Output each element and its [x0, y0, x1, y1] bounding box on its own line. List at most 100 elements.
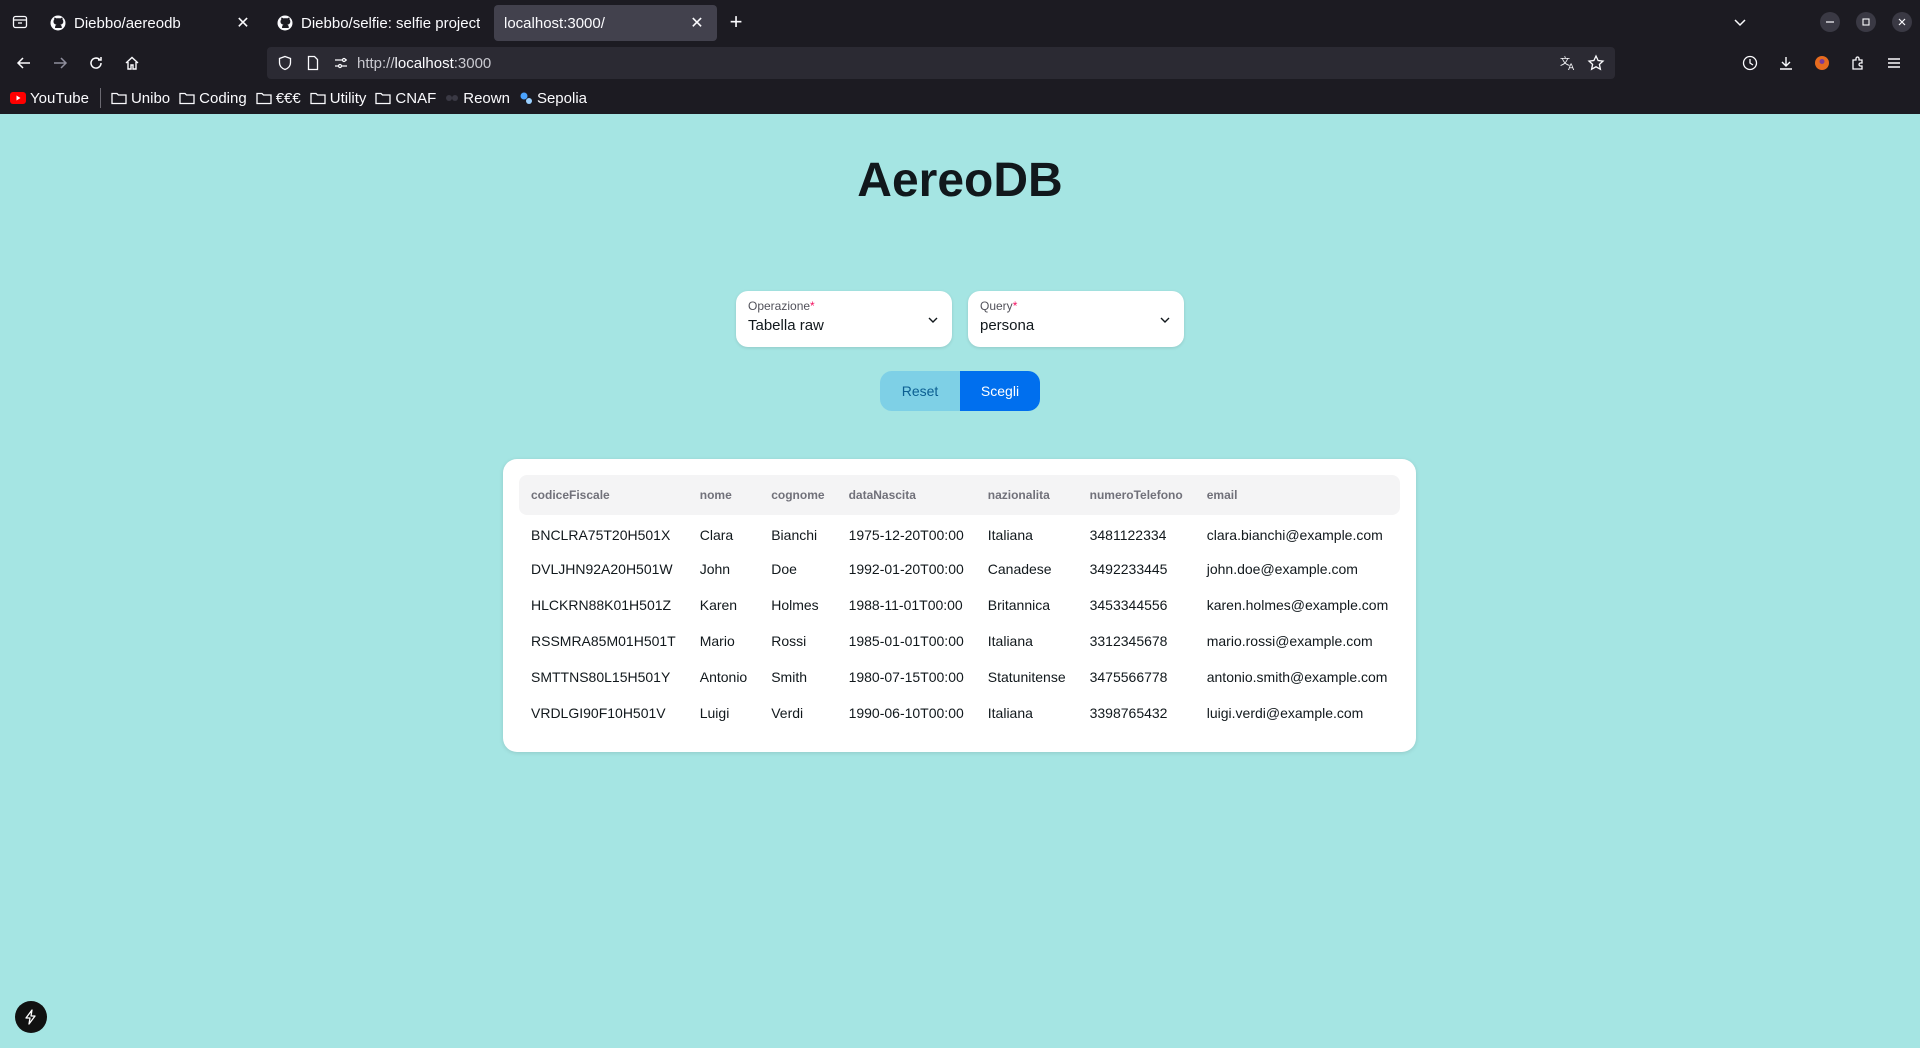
dev-tools-badge[interactable]	[15, 1001, 47, 1033]
tab-localhost[interactable]: localhost:3000/ ✕	[494, 5, 717, 41]
bookmark-label: Utility	[329, 89, 367, 107]
bookmark-folder-unibo[interactable]: Unibo	[111, 90, 170, 107]
minimize-icon[interactable]	[1812, 0, 1848, 44]
table-cell-codicefiscale: DVLJHN92A20H501W	[531, 561, 673, 577]
table-cell-datanascita: 1975-12-20T00:00	[848, 527, 964, 543]
bookmark-folder-cnaf[interactable]: CNAF	[375, 90, 436, 107]
chevron-down-icon[interactable]	[1722, 0, 1758, 44]
menu-icon[interactable]	[1876, 47, 1912, 79]
chevron-down-icon	[1160, 317, 1170, 323]
required-mark: *	[810, 299, 815, 313]
reload-icon[interactable]	[78, 47, 114, 79]
table-cell-email: antonio.smith@example.com	[1206, 669, 1388, 685]
table-row[interactable]: BNCLRA75T20H501X Clara Bianchi 1975-12-20T0…	[519, 515, 1400, 551]
table-cell-numerotelefono: 3481122334	[1089, 527, 1167, 543]
bookmark-label: CNAF	[395, 89, 437, 107]
bookmark-sepolia[interactable]: Sepolia	[519, 90, 587, 107]
table-cell-email: luigi.verdi@example.com	[1206, 705, 1364, 721]
reset-button[interactable]: Reset	[880, 371, 960, 411]
column-header-email: email	[1194, 475, 1401, 515]
required-mark: *	[1012, 299, 1018, 313]
close-tab-icon[interactable]: ✕	[233, 13, 253, 33]
choose-button[interactable]: Scegli	[960, 371, 1040, 411]
bookmark-label: YouTube	[30, 89, 89, 107]
tab-selfie[interactable]: Diebbo/selfie: selfie project	[267, 5, 490, 41]
table-cell-datanascita: 1985-01-01T00:00	[848, 633, 964, 649]
tab-overview-icon[interactable]	[0, 0, 40, 44]
bookmark-reown[interactable]: Reown	[445, 90, 510, 107]
account-icon[interactable]	[1804, 47, 1840, 79]
history-icon[interactable]	[1732, 47, 1768, 79]
table-cell-numerotelefono: 3475566778	[1089, 669, 1168, 685]
table-row[interactable]: SMTTNS80L15H501Y Antonio Smith 1980-07-15T0…	[519, 659, 1400, 695]
table-row[interactable]: VRDLGI90F10H501V Luigi Verdi 1990-06-10T00:…	[519, 695, 1400, 731]
back-icon[interactable]	[6, 47, 42, 79]
url-text[interactable]: http://localhost:3000	[357, 55, 491, 72]
table-cell-codicefiscale: RSSMRA85M01H501T	[531, 633, 676, 649]
tab-title: Diebbo/aereodb	[74, 14, 181, 32]
operation-select-value: Tabella raw	[748, 317, 824, 334]
forward-icon[interactable]	[42, 47, 78, 79]
restore-icon[interactable]	[1848, 0, 1884, 44]
table-cell-datanascita: 1980-07-15T00:00	[848, 669, 964, 685]
query-select-value: persona	[980, 317, 1035, 334]
tab-aereodb[interactable]: Diebbo/aereodb ✕	[40, 5, 263, 41]
table-cell-email: mario.rossi@example.com	[1206, 633, 1373, 649]
table-cell-numerotelefono: 3398765432	[1089, 705, 1168, 721]
tab-title: localhost:3000/	[504, 14, 605, 32]
page-icon[interactable]	[305, 55, 321, 71]
page-title: AereoDB	[857, 154, 1063, 207]
table-cell-numerotelefono: 3453344556	[1089, 597, 1168, 613]
table-header-row: codiceFiscale nome cognome dataNascita nazio…	[519, 475, 1401, 515]
permissions-icon[interactable]	[333, 55, 349, 71]
table-cell-codicefiscale: BNCLRA75T20H501X	[531, 527, 671, 543]
table-cell-cognome: Verdi	[771, 705, 804, 721]
query-select-label: Query*	[980, 299, 1172, 313]
table-cell-nazionalita: Italiana	[987, 527, 1033, 543]
new-tab-icon[interactable]: +	[721, 7, 751, 37]
query-select[interactable]: Query* persona	[968, 291, 1184, 347]
table-cell-cognome: Rossi	[771, 633, 807, 649]
table-row[interactable]: HLCKRN88K01H501Z Karen Holmes 1988-11-01T00…	[519, 587, 1400, 623]
column-header-codicefiscale: codiceFiscale	[519, 475, 688, 515]
folder-icon	[111, 92, 127, 105]
reown-icon	[446, 95, 459, 101]
query-label-text: Query	[980, 299, 1013, 313]
shield-icon[interactable]	[277, 55, 293, 71]
tab-title: Diebbo/selfie: selfie project	[301, 14, 480, 32]
table-cell-nome: John	[699, 561, 731, 577]
table-cell-nome: Clara	[699, 527, 734, 543]
table-cell-datanascita: 1990-06-10T00:00	[848, 705, 964, 721]
folder-icon	[256, 92, 272, 105]
table-cell-cognome: Doe	[771, 561, 797, 577]
operation-select[interactable]: Operazione* Tabella raw	[736, 291, 952, 347]
github-icon	[50, 15, 66, 31]
table-row[interactable]: DVLJHN92A20H501W John Doe 1992-01-20T00:00 C…	[519, 551, 1400, 587]
table-cell-cognome: Smith	[771, 669, 808, 685]
download-icon[interactable]	[1768, 47, 1804, 79]
home-icon[interactable]	[114, 47, 150, 79]
bookmark-folder-euro[interactable]: €€€	[256, 90, 301, 107]
bookmark-folder-coding[interactable]: Coding	[179, 90, 247, 107]
bookmark-label: Unibo	[130, 89, 171, 107]
table-cell-nazionalita: Statunitense	[987, 669, 1066, 685]
bookmark-folder-utility[interactable]: Utility	[310, 89, 367, 107]
tab-bar: Diebbo/aereodb ✕ Diebbo/selfie: selfie p…	[0, 0, 1920, 44]
url-bar[interactable]: http://localhost:3000 文A	[267, 47, 1615, 79]
folder-icon	[179, 92, 195, 105]
translate-icon[interactable]: 文A	[1559, 54, 1577, 72]
table-cell-email: john.doe@example.com	[1206, 561, 1358, 577]
table-row[interactable]: RSSMRA85M01H501T Mario Rossi 1985-01-01T00:…	[519, 623, 1400, 659]
table-cell-nazionalita: Italiana	[987, 633, 1033, 649]
star-icon[interactable]	[1587, 54, 1605, 72]
operation-label-text: Operazione	[748, 299, 811, 313]
close-tab-icon[interactable]: ✕	[687, 13, 707, 33]
bookmark-label: Coding	[199, 89, 247, 107]
page-content: AereoDB Operazione* Tabella raw Query* p…	[0, 115, 1920, 1048]
bookmark-youtube[interactable]: YouTube	[10, 90, 89, 107]
extensions-icon[interactable]	[1840, 47, 1876, 79]
close-window-icon[interactable]	[1884, 0, 1920, 44]
table-cell-codicefiscale: VRDLGI90F10H501V	[531, 705, 666, 721]
table-cell-nazionalita: Canadese	[987, 561, 1052, 577]
table-cell-nazionalita: Britannica	[987, 597, 1051, 613]
